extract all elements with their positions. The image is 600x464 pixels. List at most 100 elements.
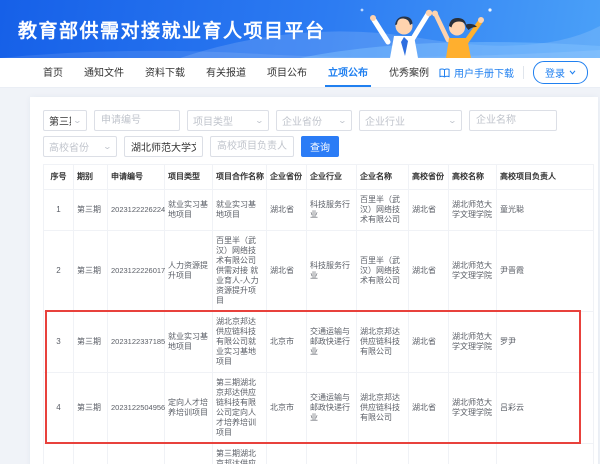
table-cell: 第三期 bbox=[74, 444, 108, 464]
company-industry-select-value: 企业行业 bbox=[365, 113, 446, 128]
chevron-down-icon: ⌄ bbox=[448, 116, 457, 125]
chevron-down-icon: ⌄ bbox=[73, 116, 82, 125]
period-select[interactable]: 第三期⌄ bbox=[43, 110, 87, 131]
table-cell: 科技服务行业 bbox=[307, 231, 357, 312]
nav-items: 首页通知文件资料下载有关报道项目公布立项公布优秀案例 bbox=[40, 58, 432, 87]
table-cell: 湖北师范大学文理学院 bbox=[449, 312, 497, 373]
column-header: 高校项目负责人 bbox=[497, 165, 594, 190]
university-name-input[interactable] bbox=[124, 136, 203, 157]
table-cell: 百里半（武汉）网络技术有限公司 bbox=[357, 190, 409, 231]
login-button[interactable]: 登录 bbox=[533, 61, 588, 84]
table-cell: 5 bbox=[44, 444, 74, 464]
table-cell: 就业实习基地项目 bbox=[165, 312, 213, 373]
table-cell: 湖北师范大学文理学院 bbox=[449, 444, 497, 464]
table-cell: 湖北省 bbox=[409, 190, 449, 231]
table-cell: 湖北省 bbox=[409, 373, 449, 444]
table-cell: 2023122337185 bbox=[108, 312, 165, 373]
table-cell: 湖北省 bbox=[267, 190, 307, 231]
chevron-down-icon: ⌄ bbox=[338, 116, 347, 125]
table-cell: 第三期湖北京邦达供应链科技有限公司定向人才培养培训项目 bbox=[213, 373, 267, 444]
nav-item-approval-announcement[interactable]: 立项公布 bbox=[325, 58, 371, 87]
table-cell: 湖北师范大学文理学院 bbox=[449, 190, 497, 231]
user-manual-label: 用户手册下载 bbox=[454, 65, 514, 80]
column-header: 企业省份 bbox=[267, 165, 307, 190]
period-select-value: 第三期 bbox=[49, 113, 71, 128]
results-table: 序号期别申请编号项目类型项目合作名称企业省份企业行业企业名称高校省份高校名称高校… bbox=[43, 164, 594, 464]
table-cell: 2 bbox=[44, 231, 74, 312]
nav-item-notice-files[interactable]: 通知文件 bbox=[81, 58, 127, 87]
table-cell: 交通运输与邮政快递行业 bbox=[307, 373, 357, 444]
filter-row-1: 第三期⌄项目类型⌄企业省份⌄企业行业⌄ bbox=[43, 110, 594, 131]
table-cell: 罗尹 bbox=[497, 312, 594, 373]
company-name-input[interactable] bbox=[469, 110, 557, 131]
table-header-row: 序号期别申请编号项目类型项目合作名称企业省份企业行业企业名称高校省份高校名称高校… bbox=[44, 165, 594, 190]
table-cell: 人力资源提升项目 bbox=[165, 231, 213, 312]
user-manual-download-link[interactable]: 用户手册下载 bbox=[439, 65, 514, 80]
table-cell: 第三期 bbox=[74, 312, 108, 373]
table-cell: 甘伟 bbox=[497, 444, 594, 464]
table-cell: 湖北省 bbox=[267, 231, 307, 312]
chevron-down-icon bbox=[569, 70, 576, 75]
table-cell: 吕彩云 bbox=[497, 373, 594, 444]
table-row: 5第三期2023122250083重点群体就业帮扶项目第三期湖北京邦达供应链科技… bbox=[44, 444, 594, 464]
nav-item-excellent-cases[interactable]: 优秀案例 bbox=[386, 58, 432, 87]
table-cell: 第三期湖北京邦达供应链科技有限公司供需对接就业育人项目 bbox=[213, 444, 267, 464]
page-title: 教育部供需对接就业育人项目平台 bbox=[18, 16, 326, 43]
table-cell: 湖北省 bbox=[409, 231, 449, 312]
nav-item-home[interactable]: 首页 bbox=[40, 58, 66, 87]
table-cell: 湖北师范大学文理学院 bbox=[449, 231, 497, 312]
results-card: 第三期⌄项目类型⌄企业省份⌄企业行业⌄ 高校省份⌄查询 序号期别申请编号项目类型… bbox=[30, 97, 598, 464]
table-cell: 重点群体就业帮扶项目 bbox=[165, 444, 213, 464]
book-icon bbox=[439, 68, 450, 78]
column-header: 期别 bbox=[74, 165, 108, 190]
project-type-select[interactable]: 项目类型⌄ bbox=[187, 110, 269, 131]
table-cell: 北京市 bbox=[267, 444, 307, 464]
column-header: 项目合作名称 bbox=[213, 165, 267, 190]
column-header: 申请编号 bbox=[108, 165, 165, 190]
nav-item-downloads[interactable]: 资料下载 bbox=[142, 58, 188, 87]
main-nav: 首页通知文件资料下载有关报道项目公布立项公布优秀案例 用户手册下载 登录 bbox=[0, 58, 600, 88]
table-cell: 湖北京邦达供应链科技有限公司 bbox=[357, 373, 409, 444]
table-cell: 百里半（武汉）网络技术有限公司 bbox=[357, 231, 409, 312]
table-cell: 3 bbox=[44, 312, 74, 373]
company-province-select[interactable]: 企业省份⌄ bbox=[276, 110, 352, 131]
search-button[interactable]: 查询 bbox=[301, 136, 339, 157]
project-type-select-value: 项目类型 bbox=[193, 113, 253, 128]
table-cell: 2023122226017 bbox=[108, 231, 165, 312]
column-header: 企业名称 bbox=[357, 165, 409, 190]
project-leader-input[interactable] bbox=[210, 136, 294, 157]
table-cell: 第三期 bbox=[74, 190, 108, 231]
table-cell: 2023122250083 bbox=[108, 444, 165, 464]
table-cell: 湖北师范大学文理学院 bbox=[449, 373, 497, 444]
table-row: 4第三期2023122504956定向人才培养培训项目第三期湖北京邦达供应链科技… bbox=[44, 373, 594, 444]
nav-right: 用户手册下载 登录 bbox=[439, 58, 588, 87]
table-cell: 2023122504956 bbox=[108, 373, 165, 444]
table-wrap: 序号期别申请编号项目类型项目合作名称企业省份企业行业企业名称高校省份高校名称高校… bbox=[43, 164, 594, 464]
app-header: 教育部供需对接就业育人项目平台 bbox=[0, 0, 600, 58]
university-province-select[interactable]: 高校省份⌄ bbox=[43, 136, 117, 157]
table-row: 3第三期2023122337185就业实习基地项目湖北京邦达供应链科技有限公司就… bbox=[44, 312, 594, 373]
table-cell: 童光聪 bbox=[497, 190, 594, 231]
login-label: 登录 bbox=[545, 65, 565, 80]
column-header: 高校名称 bbox=[449, 165, 497, 190]
column-header: 高校省份 bbox=[409, 165, 449, 190]
table-cell: 百里半（武汉）网络技术有限公司供需对接 就业育人-人力资源提升项目 bbox=[213, 231, 267, 312]
table-cell: 1 bbox=[44, 190, 74, 231]
main-content: 第三期⌄项目类型⌄企业省份⌄企业行业⌄ 高校省份⌄查询 序号期别申请编号项目类型… bbox=[0, 88, 600, 464]
nav-item-reports[interactable]: 有关报道 bbox=[203, 58, 249, 87]
table-cell: 北京市 bbox=[267, 373, 307, 444]
application-no-input[interactable] bbox=[94, 110, 180, 131]
nav-divider bbox=[523, 66, 524, 79]
table-cell: 交通运输与邮政快递行业 bbox=[307, 444, 357, 464]
table-row: 2第三期2023122226017人力资源提升项目百里半（武汉）网络技术有限公司… bbox=[44, 231, 594, 312]
company-industry-select[interactable]: 企业行业⌄ bbox=[359, 110, 462, 131]
chevron-down-icon: ⌄ bbox=[103, 142, 112, 151]
table-cell: 第三期 bbox=[74, 231, 108, 312]
table-cell: 2023122226224 bbox=[108, 190, 165, 231]
nav-item-project-announcement[interactable]: 项目公布 bbox=[264, 58, 310, 87]
column-header: 项目类型 bbox=[165, 165, 213, 190]
table-row: 1第三期2023122226224就业实习基地项目就业实习基地项目湖北省科技服务… bbox=[44, 190, 594, 231]
chevron-down-icon: ⌄ bbox=[255, 116, 264, 125]
table-cell: 第三期 bbox=[74, 373, 108, 444]
table-cell: 就业实习基地项目 bbox=[213, 190, 267, 231]
